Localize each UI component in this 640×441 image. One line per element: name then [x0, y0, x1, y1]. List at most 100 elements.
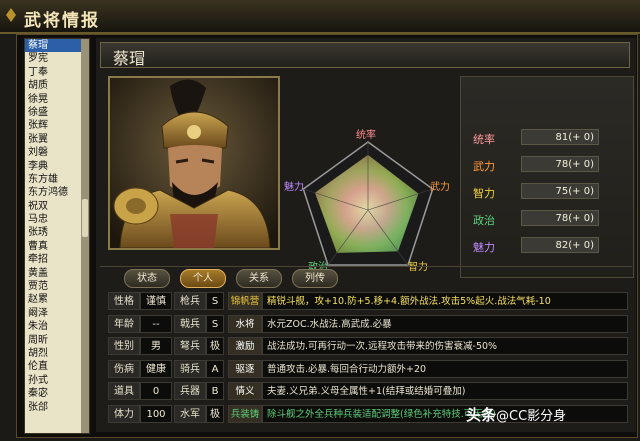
radar-label-top: 统率: [356, 128, 376, 141]
officer-list-item[interactable]: 张琇: [25, 226, 89, 239]
skill-name[interactable]: 水将: [228, 314, 262, 333]
officer-list-item[interactable]: 曹真: [25, 240, 89, 253]
watermark-sub: @CC影分身: [496, 409, 567, 424]
stat-label: 统率: [473, 133, 495, 146]
tab-1[interactable]: 个人: [180, 269, 226, 288]
info-row: 性别男弩兵极激励 战法成功.可再行动一次.远程攻击带来的伤害衰减-50%: [108, 337, 628, 355]
officer-list-item[interactable]: 张翼: [25, 133, 89, 146]
officer-list[interactable]: 蔡瑁 罗宪 丁奉 胡质 徐晃 徐盛 张辉 张翼 刘磐 李典 东方雄 东方鸿德 祝双 马忠 张琇 曹真 牵招 黄盖贾…: [24, 38, 90, 434]
stat-label: 武力: [473, 160, 495, 173]
stat-row: 魅力 82(+ 0): [469, 237, 629, 255]
officer-list-item[interactable]: 贾范: [25, 280, 89, 293]
info-key: 性别: [108, 337, 140, 355]
officer-list-item[interactable]: 马忠: [25, 213, 89, 226]
watermark: 头条@CC影分身: [466, 404, 566, 425]
troop-rank: 极: [206, 337, 224, 355]
officer-list-item[interactable]: 胡烈: [25, 347, 89, 360]
skill-description: 夫妻.义兄弟.义母全属性+1(结拜或结婚可叠加): [262, 382, 628, 400]
troop-type: 水军: [174, 404, 206, 423]
stat-row: 统率 81(+ 0): [469, 129, 629, 147]
officer-portrait: [108, 76, 280, 250]
troop-rank: 极: [206, 404, 224, 423]
officer-name-bar: 蔡瑁: [100, 42, 630, 68]
officer-list-item[interactable]: 东方雄: [25, 173, 89, 186]
troop-rank: B: [206, 382, 224, 400]
tab-2[interactable]: 关系: [236, 269, 282, 288]
info-value: --: [140, 314, 172, 333]
officer-list-item[interactable]: 罗宪: [25, 52, 89, 65]
skill-name[interactable]: 锦帆营: [228, 292, 262, 310]
tab-3[interactable]: 列传: [292, 269, 338, 288]
scrollbar-thumb[interactable]: [82, 199, 88, 237]
officer-list-item[interactable]: 李典: [25, 160, 89, 173]
info-row: 性格 谨慎 枪兵 S 锦帆营 精锐斗舰，攻+10.防+5.移+4.额外战法.攻击5%起火.…: [108, 292, 628, 310]
officer-list-item[interactable]: 张郃: [25, 401, 89, 414]
officer-list-item[interactable]: 朱治: [25, 320, 89, 333]
stat-label: 智力: [473, 187, 495, 200]
officer-list-item[interactable]: 东方鸿德: [25, 186, 89, 199]
officer-detail-panel: 蔡瑁 统率 武力 智力 政治 魅力 统率 81(+ 0) 武力 78(+ 0) …: [96, 38, 636, 432]
troop-rank: S: [206, 292, 224, 310]
skill-name[interactable]: 兵装铸: [228, 404, 262, 423]
troop-type: 兵器: [174, 382, 206, 400]
stat-label: 魅力: [473, 241, 495, 254]
info-value: 健康: [140, 359, 172, 378]
info-key: 年龄: [108, 314, 140, 333]
troop-type: 弩兵: [174, 337, 206, 355]
troop-type: 枪兵: [174, 292, 206, 310]
officer-list-item[interactable]: 孙式: [25, 374, 89, 387]
ability-stats: 统率 81(+ 0) 武力 78(+ 0) 智力 75(+ 0) 政治 78(+ 0) 魅力 82…: [460, 76, 634, 278]
stat-row: 武力 78(+ 0): [469, 156, 629, 174]
skill-description: 水元ZOC.水战法.高武成.必暴: [262, 314, 628, 333]
info-key: 体力: [108, 404, 140, 423]
skill-name[interactable]: 驱逐: [228, 359, 262, 378]
officer-list-item[interactable]: 蔡瑁: [25, 39, 89, 53]
officer-list-item[interactable]: 徐盛: [25, 106, 89, 119]
info-key: 道具: [108, 382, 140, 400]
info-value: 谨慎: [140, 292, 172, 310]
info-row: 年龄 -- 戟兵 S 水将 水元ZOC.水战法.高武成.必暴: [108, 314, 628, 333]
officer-list-scrollbar[interactable]: [81, 39, 89, 433]
stat-value: 78(+ 0): [521, 210, 599, 226]
officer-list-item[interactable]: 伦直: [25, 360, 89, 373]
watermark-main: 头条: [466, 406, 497, 424]
stat-row: 智力 75(+ 0): [469, 183, 629, 201]
officer-list-item[interactable]: 牵招: [25, 253, 89, 266]
officer-list-item[interactable]: 阚泽: [25, 307, 89, 320]
officer-list-item[interactable]: 祝双: [25, 200, 89, 213]
stat-label: 政治: [473, 214, 495, 227]
stat-value: 81(+ 0): [521, 129, 599, 145]
officer-list-item[interactable]: 黄盖: [25, 267, 89, 280]
stat-value: 78(+ 0): [521, 156, 599, 172]
officer-list-item[interactable]: 丁奉: [25, 66, 89, 79]
officer-list-item[interactable]: 周昕: [25, 334, 89, 347]
officer-list-item[interactable]: 秦宓: [25, 387, 89, 400]
info-value: 男: [140, 337, 172, 355]
info-key: 性格: [108, 292, 140, 310]
stat-value: 75(+ 0): [521, 183, 599, 199]
troop-type: 骑兵: [174, 359, 206, 378]
skill-description: 普通攻击.必暴.每回合行动力额外+20: [262, 359, 628, 378]
window-title: 武将情报: [24, 11, 100, 31]
detail-tabs: 状态 个人 关系 列传: [100, 266, 632, 289]
ability-radar: 统率 武力 智力 政治 魅力: [278, 76, 458, 276]
radar-label-right: 武力: [430, 180, 450, 193]
officer-list-item[interactable]: 刘磐: [25, 146, 89, 159]
officer-list-item[interactable]: 徐晃: [25, 93, 89, 106]
troop-rank: S: [206, 314, 224, 333]
officer-list-item[interactable]: 张辉: [25, 119, 89, 132]
tab-0[interactable]: 状态: [124, 269, 170, 288]
officer-list-item[interactable]: 赵累: [25, 293, 89, 306]
info-value: 100: [140, 404, 172, 423]
stat-value: 82(+ 0): [521, 237, 599, 253]
skill-description: 精锐斗舰，攻+10.防+5.移+4.额外战法.攻击5%起火.战法气耗-10: [262, 292, 628, 310]
officer-name: 蔡瑁: [113, 49, 146, 68]
window-titlebar: 武将情报: [0, 0, 640, 34]
skill-name[interactable]: 激励: [228, 337, 262, 355]
radar-label-left: 魅力: [284, 180, 304, 193]
skill-name[interactable]: 情义: [228, 382, 262, 400]
officer-list-item[interactable]: 胡质: [25, 79, 89, 92]
troop-type: 戟兵: [174, 314, 206, 333]
info-key: 伤病: [108, 359, 140, 378]
info-value: 0: [140, 382, 172, 400]
